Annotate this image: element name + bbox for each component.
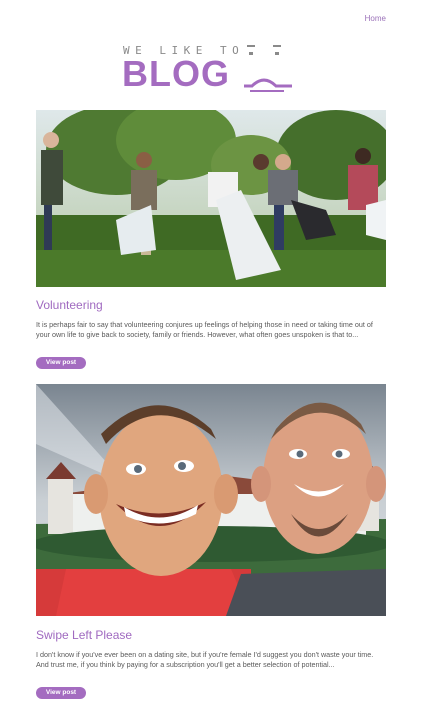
post-excerpt-swipe-left: I don't know if you've ever been on a da… bbox=[36, 650, 374, 670]
view-post-button-swipe-left[interactable]: View post bbox=[36, 687, 86, 699]
post-image-swipe-left[interactable] bbox=[36, 384, 386, 616]
face-icon bbox=[244, 45, 292, 92]
post-excerpt-volunteering: It is perhaps fair to say that volunteer… bbox=[36, 320, 373, 340]
post-title-swipe-left[interactable]: Swipe Left Please bbox=[36, 628, 132, 642]
view-post-button-volunteering[interactable]: View post bbox=[36, 357, 86, 369]
logo-wordmark: BLOG bbox=[122, 53, 230, 94]
nav-home-link[interactable]: Home bbox=[365, 14, 386, 23]
site-logo[interactable]: WE LIKE TO BLOG bbox=[122, 40, 302, 96]
post-image-volunteering[interactable] bbox=[36, 110, 386, 287]
post-title-volunteering[interactable]: Volunteering bbox=[36, 298, 103, 312]
